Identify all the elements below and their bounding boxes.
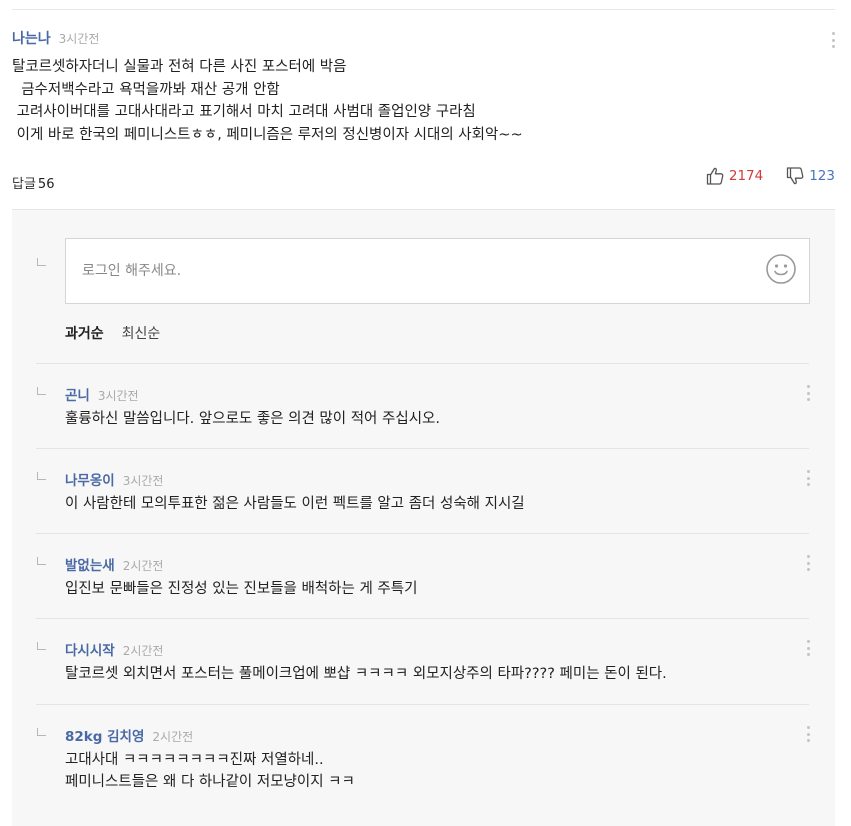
reply-header: 82kg 김치영 2시간전	[65, 725, 193, 745]
reply-time: 2시간전	[122, 644, 164, 658]
reply-text: 훌륭하신 말씀입니다. 앞으로도 좋은 의견 많이 적어 주십시오.	[65, 411, 440, 427]
reply-text: 이 사람한테 모의투표한 젊은 사람들도 이런 펙트를 알고 좀더 성숙해 지시…	[65, 496, 525, 512]
comment-author[interactable]: 나는나	[12, 28, 51, 48]
reply-input[interactable]	[80, 239, 744, 303]
reply-text: 입진보 문빠들은 진정성 있는 진보들을 배척하는 게 주특기	[65, 581, 418, 597]
reply-section: 과거순 최신순 곤니 3시간전 훌륭하신 말씀입니다. 앞으로도 좋은 의견 많…	[12, 209, 835, 826]
like-count: 2174	[728, 168, 764, 184]
reply-header: 나무옹이 3시간전	[65, 469, 163, 489]
reply-corner-icon	[37, 472, 46, 480]
reply-divider	[36, 618, 809, 619]
reply-divider	[36, 704, 809, 705]
reply-author[interactable]: 82kg 김치영	[65, 725, 144, 745]
reply-count: 56	[37, 177, 55, 192]
comment-line: 이게 바로 한국의 페미니스트ㅎㅎ, 페미니즘은 루저의 정신병이자 시대의 사…	[12, 126, 523, 143]
comment-body: 탈코르셋하자더니 실물과 전혀 다른 사진 포스터에 박음 금수저백수라고 욕먹…	[12, 56, 835, 146]
reply-time: 2시간전	[152, 730, 194, 744]
vote-group: 2174 123	[705, 166, 835, 186]
reply-corner-icon	[37, 557, 46, 565]
reply-corner-icon	[37, 387, 46, 395]
reply-time: 2시간전	[122, 559, 164, 573]
reply-label: 답글	[12, 177, 36, 192]
reply-divider	[36, 448, 809, 449]
reply-author[interactable]: 다시시작	[65, 639, 115, 659]
dislike-count: 123	[809, 168, 835, 184]
comment: 나는나 3시간전 탈코르셋하자더니 실물과 전혀 다른 사진 포스터에 박음 금…	[12, 28, 835, 208]
more-vertical-icon[interactable]	[806, 640, 810, 656]
comment-time: 3시간전	[58, 32, 100, 46]
more-vertical-icon[interactable]	[806, 555, 810, 571]
reply-header: 발없는새 2시간전	[65, 554, 163, 574]
emoji-smile-icon[interactable]	[765, 253, 797, 289]
reply-toggle-button[interactable]: 답글 56	[12, 173, 54, 192]
reply-author[interactable]: 나무옹이	[65, 469, 115, 489]
comment-line: 금수저백수라고 욕먹을까봐 재산 공개 안함	[12, 81, 280, 98]
reply-time: 3시간전	[97, 389, 139, 403]
sort-newest-tab[interactable]: 최신순	[122, 323, 161, 343]
reply-header: 곤니 3시간전	[65, 384, 139, 404]
reply-author[interactable]: 발없는새	[65, 554, 115, 574]
more-vertical-icon[interactable]	[806, 470, 810, 486]
comment-line: 탈코르셋하자더니 실물과 전혀 다른 사진 포스터에 박음	[12, 59, 347, 75]
top-divider	[12, 9, 835, 10]
reply-author[interactable]: 곤니	[65, 384, 90, 404]
comment-header: 나는나 3시간전	[12, 28, 835, 48]
comment-line: 고려사이버대를 고대사대라고 표기해서 마치 고려대 사범대 졸업인양 구라침	[12, 104, 476, 120]
more-vertical-icon[interactable]	[806, 385, 810, 401]
thumbs-up-icon	[705, 166, 725, 186]
reply-time: 3시간전	[122, 474, 164, 488]
more-vertical-icon[interactable]	[806, 726, 810, 742]
reply-corner-icon	[37, 728, 46, 736]
reply-text: 탈코르셋 외치면서 포스터는 풀메이크업에 뽀샵 ㅋㅋㅋㅋ 외모지상주의 타파?…	[65, 666, 667, 682]
reply-corner-icon	[37, 258, 46, 266]
reply-text: 고대사대 ㅋㅋㅋㅋㅋㅋㅋㅋ진짜 저열하네.. 페미니스트들은 왜 다 하나같이 …	[65, 752, 355, 790]
more-vertical-icon[interactable]	[831, 32, 835, 48]
reply-divider	[36, 363, 809, 364]
thumbs-down-icon	[785, 166, 805, 186]
sort-tabs: 과거순 최신순	[65, 323, 160, 343]
dislike-button[interactable]: 123	[785, 166, 835, 186]
like-button[interactable]: 2174	[705, 166, 763, 186]
reply-divider	[36, 533, 809, 534]
reply-header: 다시시작 2시간전	[65, 639, 163, 659]
sort-oldest-tab[interactable]: 과거순	[65, 323, 104, 343]
reply-input-box	[65, 238, 810, 304]
reply-corner-icon	[37, 642, 46, 650]
